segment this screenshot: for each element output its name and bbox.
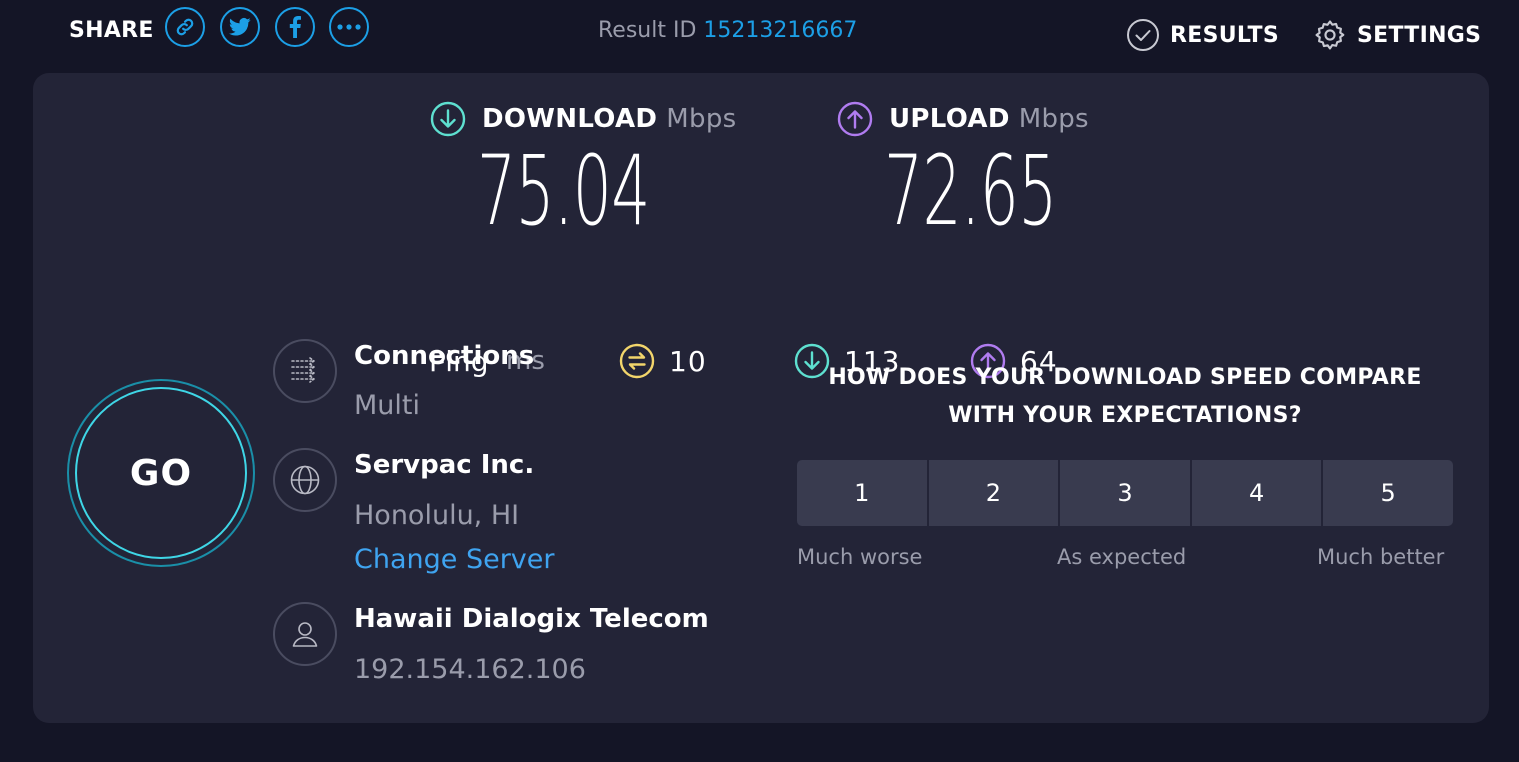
settings-button[interactable]: SETTINGS <box>1313 18 1481 52</box>
rating-option-2[interactable]: 2 <box>928 460 1059 526</box>
survey-question-line2: WITH YOUR EXPECTATIONS? <box>948 403 1302 428</box>
survey-question: HOW DOES YOUR DOWNLOAD SPEED COMPARE WIT… <box>797 359 1453 435</box>
gear-icon <box>1315 20 1345 50</box>
go-button[interactable]: GO <box>67 379 255 567</box>
share-facebook-button[interactable] <box>275 7 315 47</box>
ping-idle-value: 10 <box>669 344 707 378</box>
ping-idle: 10 <box>619 343 707 379</box>
settings-label: SETTINGS <box>1357 22 1482 48</box>
results-label: RESULTS <box>1170 22 1280 48</box>
upload-value: 72.65 <box>884 135 1057 247</box>
download-label: DOWNLOAD <box>482 104 658 134</box>
user-icon <box>292 622 318 647</box>
result-id-link[interactable]: 15213216667 <box>703 18 857 43</box>
download-unit: Mbps <box>666 104 737 134</box>
rating-options: 1 2 3 4 5 <box>797 460 1453 526</box>
results-button[interactable]: RESULTS <box>1126 18 1279 52</box>
go-button-label: GO <box>75 387 247 559</box>
top-bar: SHARE Result ID 15213216667 RESULTS SETT… <box>0 0 1519 64</box>
server-icon-wrap <box>273 448 337 512</box>
server-name: Servpac Inc. <box>354 450 535 480</box>
share-label: SHARE <box>69 18 154 43</box>
provider-name: Hawaii Dialogix Telecom <box>354 604 709 634</box>
more-icon <box>337 24 361 30</box>
result-id: Result ID 15213216667 <box>598 18 857 43</box>
result-panel: DOWNLOAD Mbps 75.04 UPLOAD Mbps 72.65 Pi… <box>33 73 1489 723</box>
download-value: 75.04 <box>477 135 650 247</box>
connections-icon-wrap <box>273 339 337 403</box>
share-link-button[interactable] <box>165 7 205 47</box>
result-id-label: Result ID <box>598 18 697 43</box>
rating-option-5[interactable]: 5 <box>1323 460 1453 526</box>
connections-value: Multi <box>354 390 420 421</box>
check-circle-icon <box>1127 19 1159 51</box>
rating-mid-label: As expected <box>1057 545 1187 569</box>
twitter-icon <box>229 17 251 36</box>
rating-high-label: Much better <box>1317 545 1445 569</box>
link-icon <box>176 18 194 36</box>
server-location: Honolulu, HI <box>354 500 520 531</box>
rating-option-1[interactable]: 1 <box>797 460 927 526</box>
change-server-link[interactable]: Change Server <box>354 544 555 575</box>
share-more-button[interactable] <box>329 7 369 47</box>
rating-option-3[interactable]: 3 <box>1060 460 1190 526</box>
share-twitter-button[interactable] <box>220 7 260 47</box>
upload-unit: Mbps <box>1018 104 1089 134</box>
connections-icon <box>291 357 315 383</box>
provider-icon-wrap <box>273 602 337 666</box>
globe-icon <box>290 465 320 495</box>
ping-idle-icon <box>619 343 655 379</box>
upload-arrow-icon <box>837 101 873 137</box>
upload-label: UPLOAD <box>889 104 1010 134</box>
facebook-icon <box>289 16 301 38</box>
connections-title: Connections <box>354 341 535 371</box>
rating-option-4[interactable]: 4 <box>1191 460 1322 526</box>
provider-ip: 192.154.162.106 <box>354 654 586 685</box>
download-header: DOWNLOAD Mbps <box>430 101 736 137</box>
download-arrow-icon <box>430 101 466 137</box>
survey-question-line1: HOW DOES YOUR DOWNLOAD SPEED COMPARE <box>828 365 1422 390</box>
upload-header: UPLOAD Mbps <box>837 101 1089 137</box>
rating-low-label: Much worse <box>797 545 923 569</box>
